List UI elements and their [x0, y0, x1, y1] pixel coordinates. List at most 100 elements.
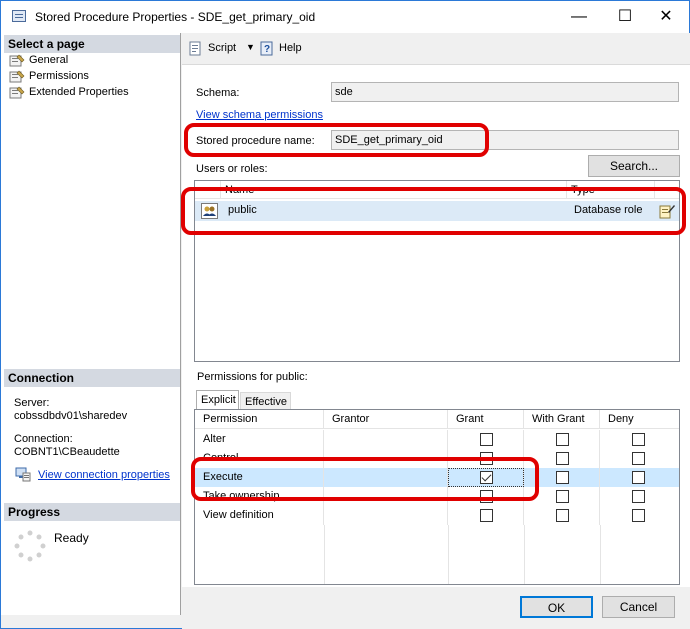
- with-grant-checkbox[interactable]: [556, 452, 569, 465]
- app-icon: [12, 10, 26, 22]
- users-list-header: Name Type: [195, 181, 679, 199]
- progress-status: Ready: [54, 531, 89, 545]
- grid-line: [448, 525, 449, 584]
- permission-row-view-definition[interactable]: View definition: [195, 506, 679, 525]
- col-grantor[interactable]: Grantor: [324, 410, 448, 429]
- users-col-type[interactable]: Type: [567, 181, 655, 199]
- tab-explicit[interactable]: Explicit: [196, 390, 239, 410]
- help-label: Help: [279, 42, 302, 54]
- progress-spinner-icon: [14, 530, 46, 562]
- page-extended-properties[interactable]: Extended Properties: [9, 85, 129, 100]
- wrench-page-icon: [9, 54, 25, 67]
- user-row[interactable]: public Database role: [195, 201, 679, 221]
- permission-name: Take ownership: [195, 487, 324, 506]
- connection-properties-icon: [15, 467, 31, 482]
- grant-cell: [448, 487, 524, 506]
- deny-cell: [600, 506, 679, 525]
- page-general-label: General: [29, 54, 69, 66]
- user-type: Database role: [574, 204, 643, 216]
- main-panel: Script ▼ ? Help Schema: sde View schema …: [182, 33, 690, 587]
- users-col-name[interactable]: Name: [221, 181, 567, 199]
- deny-checkbox[interactable]: [632, 471, 645, 484]
- permission-name: Execute: [195, 468, 324, 487]
- grant-checkbox[interactable]: [480, 452, 493, 465]
- dialog-window: Stored Procedure Properties - SDE_get_pr…: [0, 0, 690, 629]
- search-button[interactable]: Search...: [588, 155, 680, 177]
- permission-row-alter[interactable]: Alter: [195, 430, 679, 449]
- minimize-icon: —: [571, 8, 587, 25]
- grant-checkbox[interactable]: [480, 490, 493, 503]
- procedure-name-label: Stored procedure name:: [196, 135, 315, 147]
- grid-line: [600, 525, 601, 584]
- page-permissions-label: Permissions: [29, 70, 89, 82]
- deny-cell: [600, 430, 679, 449]
- tab-effective[interactable]: Effective: [240, 392, 291, 410]
- script-label: Script: [208, 42, 237, 54]
- connection-header: Connection: [4, 369, 180, 387]
- deny-checkbox[interactable]: [632, 452, 645, 465]
- with-grant-checkbox[interactable]: [556, 471, 569, 484]
- col-deny[interactable]: Deny: [600, 410, 679, 429]
- maximize-icon: ☐: [617, 8, 633, 25]
- permission-row-control[interactable]: Control: [195, 449, 679, 468]
- with-grant-cell: [524, 449, 600, 468]
- help-icon: ?: [260, 41, 273, 56]
- col-grant[interactable]: Grant: [448, 410, 524, 429]
- connection-label: Connection:: [14, 433, 73, 445]
- permissions-for-label: Permissions for public:: [197, 371, 308, 383]
- grant-checkbox[interactable]: [480, 509, 493, 522]
- schema-field[interactable]: sde: [331, 82, 679, 102]
- wrench-page-icon: [9, 70, 25, 83]
- permission-row-execute[interactable]: Execute: [195, 468, 679, 487]
- deny-checkbox[interactable]: [632, 509, 645, 522]
- script-icon: [189, 41, 201, 56]
- deny-checkbox[interactable]: [632, 490, 645, 503]
- close-button[interactable]: ✕: [643, 1, 689, 33]
- with-grant-cell: [524, 487, 600, 506]
- title-bar: Stored Procedure Properties - SDE_get_pr…: [1, 1, 689, 33]
- role-properties-icon[interactable]: [659, 203, 675, 219]
- col-with-grant[interactable]: With Grant: [524, 410, 600, 429]
- minimize-button[interactable]: —: [556, 1, 602, 33]
- deny-cell: [600, 468, 679, 487]
- permission-name: Control: [195, 449, 324, 468]
- with-grant-cell: [524, 506, 600, 525]
- users-col-icon: [195, 181, 221, 199]
- page-general[interactable]: General: [9, 53, 68, 68]
- with-grant-checkbox[interactable]: [556, 509, 569, 522]
- chevron-down-icon[interactable]: ▼: [246, 42, 255, 52]
- close-icon: ✕: [659, 8, 673, 25]
- view-connection-properties-link[interactable]: View connection properties: [38, 469, 170, 481]
- view-schema-permissions-link[interactable]: View schema permissions: [196, 109, 323, 121]
- grant-checkbox[interactable]: [480, 471, 493, 484]
- left-panel: Select a page General Permissions Extend…: [1, 33, 181, 615]
- progress-header: Progress: [4, 503, 180, 521]
- user-name: public: [228, 204, 257, 216]
- page-permissions[interactable]: Permissions: [9, 69, 89, 84]
- cancel-button[interactable]: Cancel: [602, 596, 675, 618]
- col-permission[interactable]: Permission: [195, 410, 324, 429]
- grant-cell: [448, 468, 524, 487]
- ok-button[interactable]: OK: [520, 596, 593, 618]
- deny-cell: [600, 487, 679, 506]
- maximize-button[interactable]: ☐: [602, 1, 648, 33]
- permission-grantor: [324, 449, 448, 468]
- with-grant-checkbox[interactable]: [556, 433, 569, 446]
- permission-grantor: [324, 506, 448, 525]
- permissions-grid: Permission Grantor Grant With Grant Deny…: [194, 409, 680, 585]
- deny-cell: [600, 449, 679, 468]
- grant-checkbox[interactable]: [480, 433, 493, 446]
- with-grant-checkbox[interactable]: [556, 490, 569, 503]
- page-extended-properties-label: Extended Properties: [29, 86, 129, 98]
- grant-cell: [448, 506, 524, 525]
- window-title: Stored Procedure Properties - SDE_get_pr…: [35, 10, 316, 24]
- wrench-page-icon: [9, 86, 25, 99]
- deny-checkbox[interactable]: [632, 433, 645, 446]
- schema-label: Schema:: [196, 87, 240, 99]
- svg-text:?: ?: [264, 44, 270, 55]
- grid-line: [524, 525, 525, 584]
- server-value: cobssdbdv01\sharedev: [14, 410, 128, 422]
- server-label: Server:: [14, 397, 50, 409]
- permission-row-take-ownership[interactable]: Take ownership: [195, 487, 679, 506]
- procedure-name-field[interactable]: SDE_get_primary_oid: [331, 130, 679, 150]
